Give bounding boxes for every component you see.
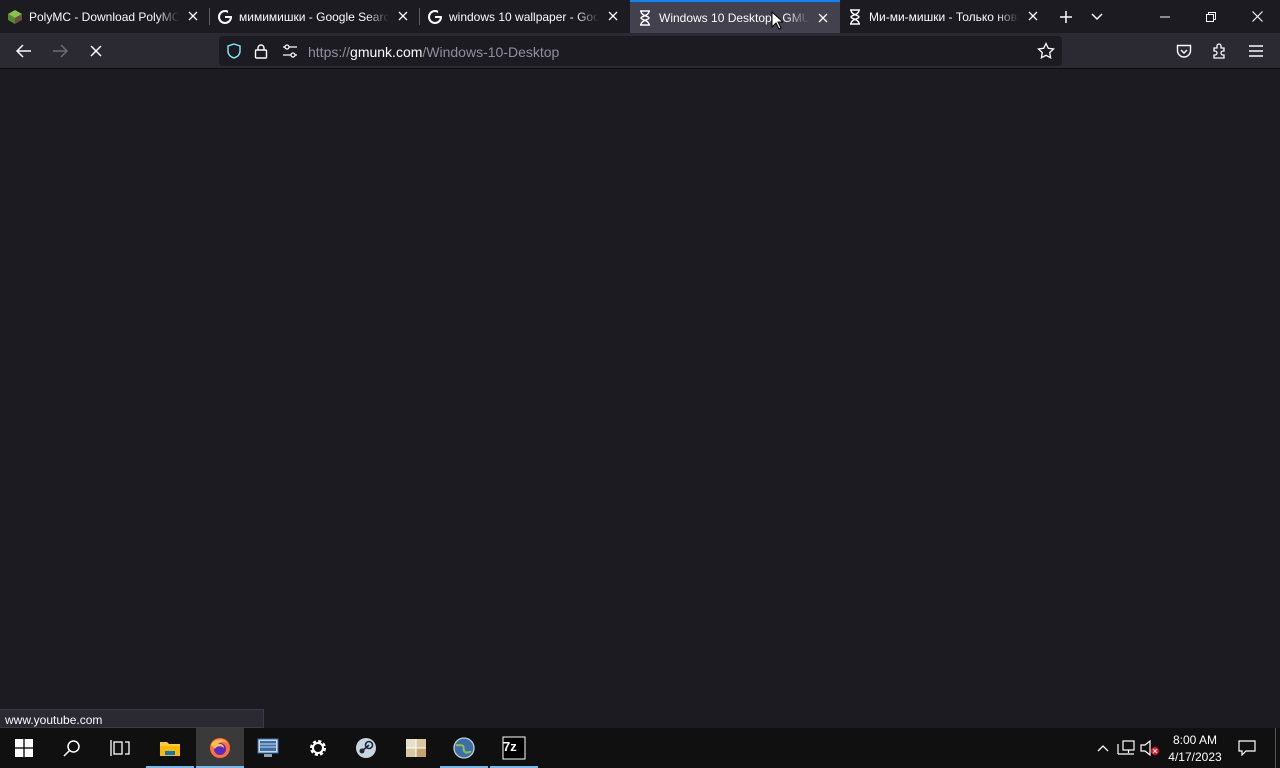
tab-title: Windows 10 Desktop - GMUNK bbox=[659, 10, 809, 25]
tab-mimimishki[interactable]: Ми-ми-мишки - Только новые серии bbox=[840, 0, 1050, 33]
address-bar[interactable]: https://gmunk.com/Windows-10-Desktop bbox=[219, 36, 1062, 66]
start-button[interactable] bbox=[0, 728, 48, 768]
taskbar-clock[interactable]: 8:00 AM 4/17/2023 bbox=[1162, 732, 1228, 766]
list-all-tabs-button[interactable] bbox=[1083, 3, 1111, 31]
tab-title: Ми-ми-мишки - Только новые серии bbox=[869, 9, 1019, 24]
chevron-up-icon bbox=[1097, 745, 1109, 752]
taskbar-steam[interactable] bbox=[342, 728, 390, 768]
status-link-preview: www.youtube.com bbox=[0, 709, 264, 728]
extensions-button[interactable] bbox=[1204, 35, 1236, 67]
globe-app-icon bbox=[453, 737, 475, 759]
hourglass-icon bbox=[847, 8, 863, 25]
network-app-icon bbox=[257, 738, 279, 757]
close-icon bbox=[1251, 11, 1263, 22]
show-desktop-button[interactable] bbox=[1275, 728, 1276, 768]
hourglass-icon bbox=[637, 9, 653, 26]
minimize-button[interactable] bbox=[1142, 0, 1188, 33]
close-window-button[interactable] bbox=[1234, 0, 1280, 33]
taskbar-firefox[interactable] bbox=[196, 728, 244, 768]
mouse-cursor-icon bbox=[771, 11, 783, 30]
file-explorer-icon bbox=[160, 742, 180, 756]
puzzle-icon bbox=[1213, 43, 1225, 59]
action-center-button[interactable] bbox=[1232, 736, 1262, 760]
url-host: gmunk.com bbox=[350, 44, 423, 60]
taskbar-search-button[interactable] bbox=[48, 728, 96, 768]
close-tab-icon[interactable] bbox=[606, 9, 620, 23]
restore-button[interactable] bbox=[1188, 0, 1234, 33]
arrow-left-icon bbox=[16, 44, 31, 58]
task-view-button[interactable] bbox=[96, 728, 144, 768]
back-button[interactable] bbox=[8, 35, 40, 67]
tab-gmunk-active[interactable]: Windows 10 Desktop - GMUNK bbox=[630, 0, 840, 33]
clock-date: 4/17/2023 bbox=[1168, 750, 1222, 764]
archive-app-icon bbox=[406, 739, 426, 757]
google-icon bbox=[427, 9, 443, 25]
taskbar-network-app[interactable] bbox=[244, 728, 292, 768]
taskbar-7zip[interactable]: 7z bbox=[490, 728, 538, 768]
stop-icon bbox=[90, 45, 102, 57]
google-icon bbox=[217, 9, 233, 25]
close-tab-icon[interactable] bbox=[816, 11, 830, 25]
taskbar-archive-app[interactable] bbox=[392, 728, 440, 768]
tab-google-search-1[interactable]: мимимишки - Google Search bbox=[210, 0, 420, 33]
tab-title: PolyMC - Download PolyMC bbox=[29, 9, 179, 24]
restore-icon bbox=[1206, 11, 1216, 22]
pocket-icon bbox=[1176, 44, 1192, 58]
arrow-right-icon bbox=[53, 44, 68, 58]
network-icon bbox=[1117, 740, 1135, 755]
permissions-icon[interactable] bbox=[282, 44, 298, 63]
hamburger-menu-icon bbox=[1249, 45, 1263, 57]
polymc-icon bbox=[7, 9, 23, 25]
bookmark-star-icon[interactable] bbox=[1037, 41, 1055, 65]
firefox-icon bbox=[210, 738, 230, 758]
search-icon bbox=[63, 740, 80, 757]
notifications-icon bbox=[1238, 740, 1256, 756]
tab-polymc[interactable]: PolyMC - Download PolyMC bbox=[0, 0, 210, 33]
chevron-down-icon bbox=[1091, 13, 1103, 21]
tab-title: windows 10 wallpaper - Google Search bbox=[449, 9, 599, 24]
app-menu-button[interactable] bbox=[1240, 35, 1272, 67]
windows-taskbar: 7z 8:00 AM 4/17/2023 bbox=[0, 728, 1280, 768]
volume-muted-icon bbox=[1140, 740, 1159, 756]
taskbar-file-explorer[interactable] bbox=[146, 728, 194, 768]
clock-time: 8:00 AM bbox=[1172, 733, 1218, 747]
show-hidden-icons-button[interactable] bbox=[1094, 738, 1112, 758]
plus-icon bbox=[1060, 11, 1072, 23]
page-content bbox=[0, 69, 1280, 728]
navigation-toolbar: https://gmunk.com/Windows-10-Desktop bbox=[0, 33, 1280, 69]
close-tab-icon[interactable] bbox=[1026, 9, 1040, 23]
url-scheme: https:// bbox=[308, 44, 351, 60]
close-tab-icon[interactable] bbox=[186, 9, 200, 23]
steam-icon bbox=[356, 738, 376, 758]
taskbar-globe-app[interactable] bbox=[440, 728, 488, 768]
tab-title: мимимишки - Google Search bbox=[239, 9, 389, 24]
tab-google-search-2[interactable]: windows 10 wallpaper - Google Search bbox=[420, 0, 630, 33]
tracking-protection-shield-icon[interactable] bbox=[226, 43, 242, 64]
lock-icon[interactable] bbox=[254, 43, 268, 64]
start-icon bbox=[15, 739, 33, 757]
close-tab-icon[interactable] bbox=[396, 9, 410, 23]
task-view-icon bbox=[110, 740, 130, 756]
volume-tray-button[interactable] bbox=[1140, 738, 1160, 758]
settings-icon bbox=[310, 740, 326, 756]
minimize-icon bbox=[1160, 16, 1170, 17]
taskbar-settings[interactable] bbox=[294, 728, 342, 768]
url-text[interactable]: https://gmunk.com/Windows-10-Desktop bbox=[308, 44, 559, 60]
new-tab-button[interactable] bbox=[1052, 3, 1080, 31]
pocket-button[interactable] bbox=[1168, 35, 1200, 67]
url-path: /Windows-10-Desktop bbox=[422, 44, 560, 60]
stop-loading-button[interactable] bbox=[80, 35, 112, 67]
7zip-label: 7z bbox=[503, 739, 517, 754]
forward-button[interactable] bbox=[44, 35, 76, 67]
network-tray-button[interactable] bbox=[1116, 738, 1136, 758]
tab-strip: PolyMC - Download PolyMC мимимишки - Goo… bbox=[0, 0, 1280, 33]
